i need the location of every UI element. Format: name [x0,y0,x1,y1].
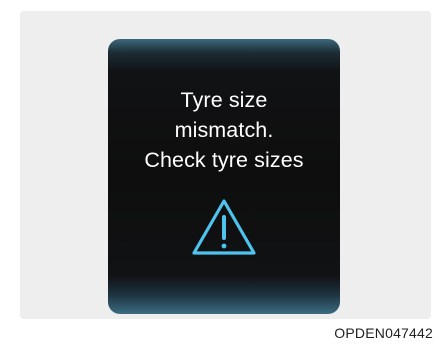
message-line-3: Check tyre sizes [144,148,304,172]
warning-message: Tyre size mismatch. Check tyre sizes [108,85,340,175]
figure-code: OPDEN047442 [334,325,433,341]
cluster-display-screen: Tyre size mismatch. Check tyre sizes [108,39,340,314]
message-line-1: Tyre size [180,88,268,112]
warning-triangle-icon [192,199,256,255]
message-line-2: mismatch. [174,118,274,142]
